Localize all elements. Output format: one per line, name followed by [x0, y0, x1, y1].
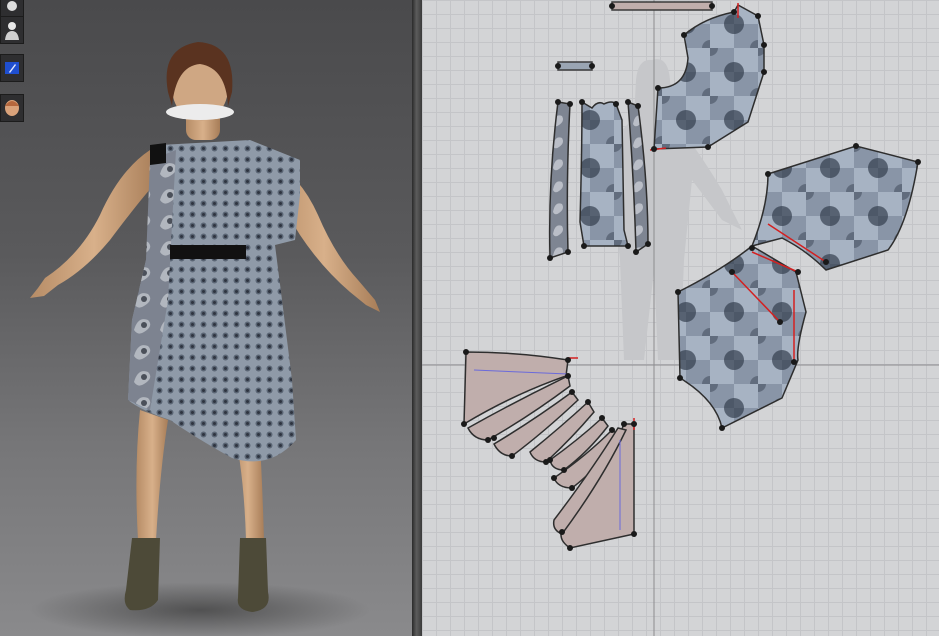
bodice-front[interactable]	[653, 3, 765, 150]
avatar-face-icon	[5, 100, 19, 116]
waist-belt	[170, 245, 246, 259]
side-panel-left[interactable]	[548, 101, 571, 260]
skirt-upper-panel[interactable]	[750, 145, 919, 271]
avatar-display-icon	[5, 62, 19, 74]
avatar-face-button[interactable]	[0, 94, 24, 122]
panel-splitter[interactable]	[412, 0, 422, 636]
avatar-right-shoe	[237, 538, 269, 612]
avatar-left-shoe	[124, 538, 160, 611]
3d-viewport[interactable]	[0, 0, 412, 636]
shoulder-strap	[150, 143, 166, 165]
floor-shadow	[30, 582, 370, 636]
collar	[166, 104, 234, 120]
avatar-torso-button[interactable]	[0, 16, 24, 44]
top-strip-piece[interactable]	[611, 1, 713, 11]
avatar-display-button[interactable]	[0, 54, 24, 82]
pattern-canvas	[422, 0, 939, 636]
bodice-back[interactable]	[579, 100, 629, 247]
avatar-torso-icon	[5, 22, 19, 40]
2d-pattern-window[interactable]	[422, 0, 939, 636]
garment-design-app	[0, 0, 939, 636]
avatar-mannequin-icon	[7, 1, 17, 11]
avatar-scene	[30, 42, 380, 636]
avatar-left-arm	[30, 150, 158, 298]
avatar-left-leg	[136, 410, 168, 540]
skirt-lower-panel[interactable]	[677, 245, 807, 430]
strap-piece[interactable]	[557, 61, 593, 71]
